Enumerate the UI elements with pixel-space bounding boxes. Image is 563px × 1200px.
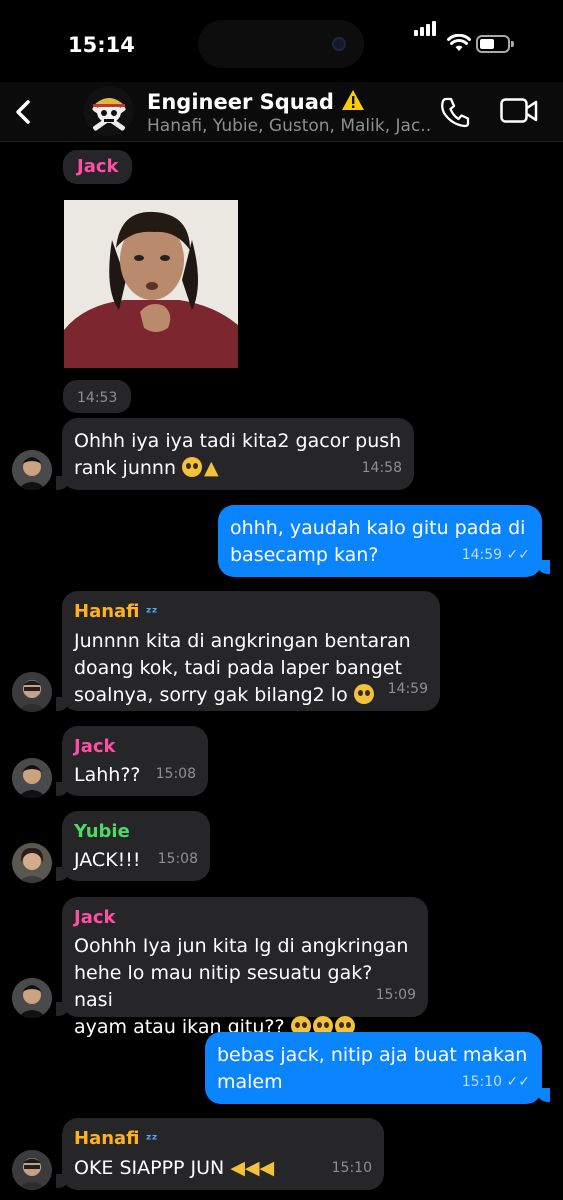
avatar-jack[interactable] — [12, 450, 52, 490]
message-text: hehe lo mau nitip sesuatu gak? nasi — [74, 962, 373, 1011]
message-time: 15:09 — [375, 987, 416, 1003]
message-text: ohhh, yaudah kalo gitu pada di — [230, 517, 526, 539]
message-text: Junnnn kita di angkringan bentaran — [74, 630, 411, 652]
jolly-roger-icon — [92, 98, 126, 131]
chat-title[interactable]: Engineer Squad — [147, 89, 365, 114]
message-time: 15:10 — [331, 1160, 372, 1176]
message-time: 14:58 — [361, 460, 402, 476]
sleeping-zzz-icon: ᶻᶻ — [145, 1132, 158, 1148]
battery-level — [480, 39, 494, 49]
read-check-icon: ✓✓ — [506, 1074, 530, 1090]
avatar-hanafi[interactable] — [12, 1150, 52, 1190]
avatar-jack-image — [12, 450, 52, 490]
sender-name: Hanafi — [74, 601, 140, 622]
sender-name: Hanafi — [74, 1128, 140, 1149]
message-bubble[interactable]: Ohhh iya iya tadi kita2 gacor push rank … — [62, 418, 414, 490]
message-bubble-outgoing[interactable]: ohhh, yaudah kalo gitu pada di basecamp … — [218, 505, 542, 577]
message-bubble[interactable]: Hanafi ᶻᶻ OKE SIAPPP JUN ◀◀◀ 15:10 — [62, 1118, 384, 1190]
read-check-icon: ✓✓ — [506, 547, 530, 563]
sender-chip: Jack — [63, 150, 133, 184]
pleading-face-emoji-icon — [353, 684, 374, 704]
message-time: 15:10 ✓✓ — [461, 1074, 530, 1090]
sender-name: Jack — [74, 907, 116, 928]
avatar-hanafi-image — [12, 672, 52, 712]
message-bubble[interactable]: Hanafi ᶻᶻ Junnnn kita di angkringan bent… — [62, 591, 440, 711]
status-bar: 15:14 — [0, 0, 563, 82]
member-list: Hanafi, Yubie, Guston, Malik, Jac... — [147, 116, 432, 136]
message-bubble[interactable]: Jack Oohhh Iya jun kita lg di angkringan… — [62, 897, 428, 1038]
message-bubble[interactable]: Yubie JACK!!! 15:08 — [62, 811, 210, 881]
sender-name: Jack — [74, 736, 116, 757]
pointing-hand-emoji-icon: ◀◀◀ — [230, 1157, 275, 1179]
message-bubble[interactable]: Jack Lahh?? 15:08 — [62, 726, 208, 796]
message-time: 14:59 — [387, 681, 428, 697]
message-text: bebas jack, nitip aja buat makan — [217, 1044, 528, 1066]
group-avatar[interactable] — [84, 86, 134, 136]
back-chevron-icon[interactable] — [8, 92, 40, 132]
photo-timestamp: 14:53 — [63, 380, 132, 413]
photo-person-image — [64, 200, 238, 368]
sleeping-zzz-icon: ᶻᶻ — [145, 605, 158, 621]
avatar-jack-image — [12, 978, 52, 1018]
message-bubble-outgoing[interactable]: bebas jack, nitip aja buat makan malem 1… — [205, 1032, 542, 1104]
message-text: Oohhh Iya jun kita lg di angkringan — [74, 935, 409, 957]
avatar-hanafi-image — [12, 1150, 52, 1190]
avatar-hanafi[interactable] — [12, 672, 52, 712]
message-text: OKE SIAPPP JUN — [74, 1157, 225, 1179]
clock: 15:14 — [68, 33, 135, 57]
battery-icon — [476, 35, 514, 53]
avatar-yubie[interactable] — [12, 843, 52, 883]
message-text: soalnya, sorry gak bilang2 lo — [74, 684, 348, 706]
chat-header: Engineer Squad Hanafi, Yubie, Guston, Ma… — [0, 82, 563, 142]
message-time: 14:59 ✓✓ — [461, 547, 530, 563]
folded-hands-emoji-icon: ▲ — [204, 457, 219, 479]
pleading-face-emoji-icon — [182, 457, 203, 477]
sender-name: Jack — [77, 156, 119, 177]
sender-name: Yubie — [74, 821, 130, 842]
message-text: rank junnn — [74, 457, 176, 479]
group-name: Engineer Squad — [147, 90, 334, 114]
warning-sign-icon — [342, 90, 365, 110]
shared-photo[interactable] — [64, 200, 238, 368]
video-call-icon[interactable] — [500, 98, 538, 124]
dynamic-island — [198, 20, 364, 68]
avatar-jack-image — [12, 758, 52, 798]
phone-call-icon[interactable] — [440, 96, 470, 128]
avatar-jack[interactable] — [12, 978, 52, 1018]
message-text: doang kok, tadi pada laper banget — [74, 657, 402, 679]
message-time: 15:08 — [157, 851, 198, 867]
message-text: Ohhh iya iya tadi kita2 gacor push — [74, 430, 402, 452]
camera-icon — [332, 37, 346, 51]
avatar-jack[interactable] — [12, 758, 52, 798]
avatar-yubie-image — [12, 843, 52, 883]
message-time: 15:08 — [155, 766, 196, 782]
wifi-icon — [447, 34, 471, 51]
